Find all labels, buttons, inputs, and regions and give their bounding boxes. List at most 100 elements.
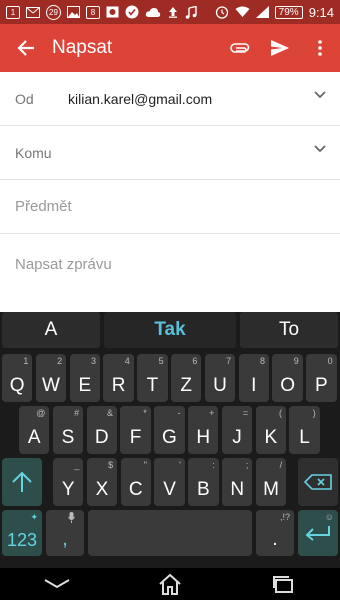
battery-indicator: 79% [274,5,303,19]
key-sublabel: + [209,408,215,418]
key-q[interactable]: 1Q [2,354,33,402]
key-b[interactable]: :B [188,458,219,506]
music-icon [185,5,197,19]
image-icon [67,5,80,19]
suggestion-center[interactable]: Tak [104,312,236,348]
chevron-down-icon[interactable] [314,145,326,153]
key-label: R [111,375,126,396]
key-sublabel: 0 [327,356,333,366]
page-title: Napsat [52,37,113,58]
key-t[interactable]: 5T [137,354,168,402]
key-label: B [197,479,210,500]
key-f[interactable]: * F [120,406,151,454]
key-u[interactable]: 7U [204,354,236,402]
key-sublabel: ( [278,408,282,418]
emoji-icon: ☺ [324,512,334,522]
key-sublabel: @ [36,408,46,418]
mail-icon [26,5,40,19]
key-d[interactable]: & D [86,406,117,454]
key-label: K [264,427,278,448]
navigation-bar [0,568,340,600]
backspace-key[interactable] [298,458,338,506]
key-label: Q [9,375,25,396]
overflow-menu-button[interactable] [300,24,340,72]
wifi-icon [235,5,250,19]
key-sublabel: 3 [90,356,96,366]
check-icon [125,5,139,19]
key-sublabel: 9 [293,356,299,366]
key-sublabel: 4 [124,356,130,366]
upload-icon [167,5,179,19]
numbers-key[interactable]: 123 ✦ [2,510,42,556]
key-z[interactable]: 6Z [171,354,202,402]
to-row[interactable]: Komu [0,126,340,180]
key-label: M [263,479,279,500]
suggestion-left[interactable]: A [2,312,100,348]
key-n[interactable]: ; N [222,458,253,506]
nav-home-button[interactable] [150,568,190,600]
key-label: X [95,479,109,500]
key-w[interactable]: 2W [35,354,67,402]
period-key-label: . [272,529,278,550]
key-sublabel: $ [108,460,114,470]
from-account-value[interactable]: kilian.karel@gmail.com [68,91,212,107]
key-label: W [42,375,60,396]
key-label: A [27,427,41,448]
microphone-icon [68,512,75,525]
key-h[interactable]: + H [188,406,219,454]
comma-key[interactable]: , [46,510,84,556]
key-k[interactable]: (K [255,406,286,454]
enter-key[interactable]: ☺ [298,510,338,556]
shift-arrow-icon [12,471,32,492]
key-o[interactable]: 9O [272,354,303,402]
space-key[interactable] [88,510,252,556]
key-s[interactable]: # S [52,406,84,454]
key-sublabel: 6 [192,356,198,366]
key-i[interactable]: 8I [238,354,269,402]
key-label: F [129,427,142,448]
key-j[interactable]: = J [221,406,253,454]
notification-1-icon: 1 [6,5,20,19]
nav-recents-button[interactable] [263,568,303,600]
suggestion-right[interactable]: To [240,312,338,348]
key-r[interactable]: 4R [103,354,134,402]
send-button[interactable] [260,24,300,72]
send-icon [271,40,289,56]
nav-back-button[interactable] [37,568,77,600]
key-a[interactable]: @ A [19,406,50,454]
key-c[interactable]: " C [120,458,151,506]
attach-button[interactable] [220,24,260,72]
chevron-down-icon [44,579,70,589]
key-sublabel: ; [245,460,249,470]
back-button[interactable] [0,24,52,72]
key-label: J [232,427,242,448]
paperclip-icon [230,43,250,53]
key-label: T [146,375,159,396]
shift-key[interactable] [2,458,42,506]
key-sublabel: # [74,408,80,418]
key-sublabel: * [143,408,147,418]
key-x[interactable]: $ X [86,458,118,506]
period-key[interactable]: . ,!? [256,510,294,556]
key-sublabel: 7 [226,356,232,366]
chevron-down-icon[interactable] [314,91,326,99]
from-row[interactable]: Od kilian.karel@gmail.com [0,72,340,126]
key-g[interactable]: -G [154,406,185,454]
key-label: U [213,375,227,396]
key-l[interactable]: ) L [289,406,320,454]
key-sublabel: & [106,408,113,418]
recent-apps-icon [273,576,294,593]
key-v[interactable]: ' V [154,458,185,506]
key-label: Z [180,375,192,396]
status-bar: 1 29 8 79% 9:14 [0,0,340,24]
key-sublabel: ) [312,408,316,418]
key-label: V [163,479,176,500]
key-e[interactable]: 3E [69,354,100,402]
key-m[interactable]: / M [255,458,287,506]
subject-field[interactable]: Předmět [0,180,340,234]
key-p[interactable]: 0P [306,354,337,402]
more-vert-icon [318,40,322,56]
body-field[interactable]: Napsat zprávu [0,234,340,294]
key-sublabel: / [279,460,283,470]
key-y[interactable]: _ Y [53,458,84,506]
